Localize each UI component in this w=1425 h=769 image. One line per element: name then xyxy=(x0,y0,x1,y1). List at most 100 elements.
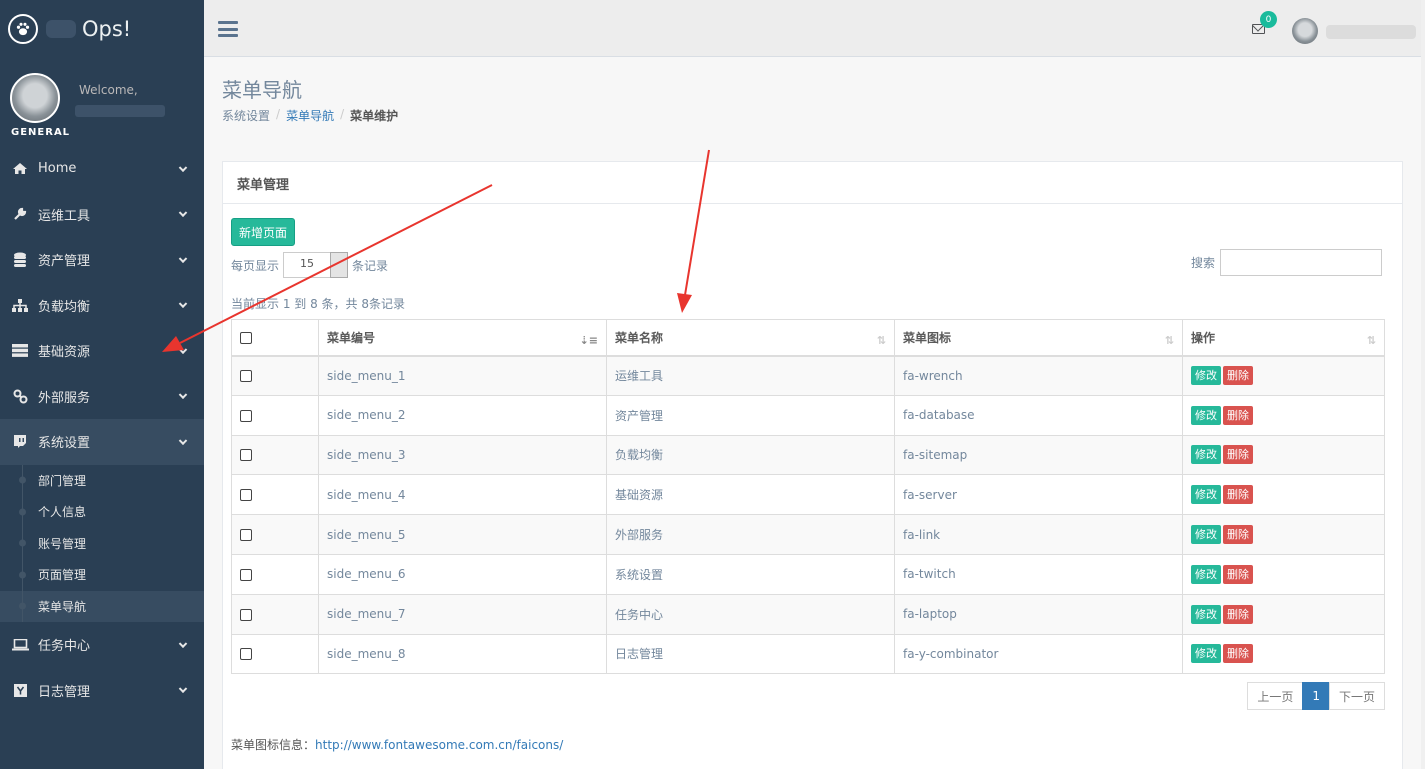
menu-id-cell: side_menu_5 xyxy=(318,514,607,555)
paw-icon xyxy=(8,13,38,44)
delete-button[interactable]: 删除 xyxy=(1223,366,1253,386)
column-header-name[interactable]: 菜单名称 ⇅ xyxy=(606,319,895,357)
icons-info-label: 菜单图标信息： xyxy=(231,738,316,752)
y-combinator-icon xyxy=(11,683,29,697)
welcome-text: Welcome, xyxy=(79,83,138,97)
menu-icon-cell: fa-sitemap xyxy=(894,434,1183,476)
submenu-item-department[interactable]: 部门管理 xyxy=(0,464,204,497)
table-row: side_menu_8 日志管理 fa-y-combinator 修改 删除 xyxy=(231,633,1385,675)
sidebar-item-label: 负载均衡 xyxy=(38,299,91,315)
search-label: 搜索 xyxy=(1190,256,1215,270)
table-row: side_menu_5 外部服务 fa-link 修改 删除 xyxy=(231,514,1385,555)
edit-button[interactable]: 修改 xyxy=(1191,644,1221,664)
delete-button[interactable]: 删除 xyxy=(1223,405,1253,425)
row-select-cell xyxy=(231,633,319,675)
menu-id-cell: side_menu_4 xyxy=(318,474,607,516)
sidebar-item-assets[interactable]: 资产管理 xyxy=(0,237,204,283)
row-checkbox[interactable] xyxy=(240,608,252,621)
sidebar-item-ops-tools[interactable]: 运维工具 xyxy=(0,192,204,238)
menu-management-panel: 菜单管理 新增页面 每页显示 15 条记录 搜索 当前显示 1 到 8 条，共 … xyxy=(222,161,1403,769)
menu-toggle-icon[interactable] xyxy=(218,21,238,37)
sidebar-item-load-balance[interactable]: 负载均衡 xyxy=(0,283,204,329)
sidebar-item-external-services[interactable]: 外部服务 xyxy=(0,374,204,420)
row-checkbox[interactable] xyxy=(240,370,252,383)
menu-id-cell: side_menu_3 xyxy=(318,434,607,476)
edit-button[interactable]: 修改 xyxy=(1191,564,1221,584)
table-row: side_menu_2 资产管理 fa-database 修改 删除 xyxy=(231,394,1385,436)
column-header-id[interactable]: 菜单编号 ⇣≡ xyxy=(318,319,607,357)
edit-button[interactable]: 修改 xyxy=(1191,405,1221,425)
page-scrollbar[interactable] xyxy=(1421,0,1425,769)
breadcrumb-separator: / xyxy=(276,107,281,121)
delete-button[interactable]: 删除 xyxy=(1223,644,1253,664)
brand[interactable]: Ops! xyxy=(0,0,204,57)
column-header-actions[interactable]: 操作 ⇅ xyxy=(1182,319,1385,357)
column-label: 菜单编号 xyxy=(327,330,376,345)
row-checkbox[interactable] xyxy=(240,489,252,502)
submenu-item-pages[interactable]: 页面管理 xyxy=(0,559,204,591)
twitch-icon xyxy=(11,435,29,449)
submenu-item-profile[interactable]: 个人信息 xyxy=(0,496,204,528)
row-checkbox[interactable] xyxy=(240,568,252,581)
edit-button[interactable]: 修改 xyxy=(1191,485,1221,505)
brand-name-redacted xyxy=(46,19,76,38)
delete-button[interactable]: 删除 xyxy=(1223,485,1253,505)
sidebar-item-label: 运维工具 xyxy=(38,208,91,224)
user-avatar[interactable] xyxy=(1292,18,1318,44)
select-all-header xyxy=(231,319,319,357)
notification-badge: 0 xyxy=(1260,11,1277,28)
table-header-row: 菜单编号 ⇣≡ 菜单名称 ⇅ 菜单图标 ⇅ 操作 ⇅ xyxy=(231,319,1385,357)
submenu-item-accounts[interactable]: 账号管理 xyxy=(0,527,204,560)
row-checkbox[interactable] xyxy=(240,529,252,542)
table-row: side_menu_6 系统设置 fa-twitch 修改 删除 xyxy=(231,553,1385,595)
breadcrumb-item[interactable]: 系统设置 xyxy=(222,107,270,124)
sidebar-item-label: 基础资源 xyxy=(38,345,91,361)
sidebar-item-basic-resources[interactable]: 基础资源 xyxy=(0,328,204,374)
add-page-button[interactable]: 新增页面 xyxy=(231,218,296,246)
actions-cell: 修改 删除 xyxy=(1182,514,1385,555)
chevron-down-icon xyxy=(178,163,188,172)
select-all-checkbox[interactable] xyxy=(240,331,252,344)
search-input[interactable] xyxy=(1220,249,1382,276)
breadcrumb: 系统设置 / 菜单导航 / 菜单维护 xyxy=(222,107,398,124)
menu-icon-cell: fa-server xyxy=(894,474,1183,516)
chevron-down-icon xyxy=(178,345,188,354)
next-page-button[interactable]: 下一页 xyxy=(1328,682,1385,710)
panel-title: 菜单管理 xyxy=(223,162,1402,204)
sidebar-item-home[interactable]: Home xyxy=(0,146,204,192)
page-length-select[interactable]: 15 xyxy=(283,252,349,278)
menu-icon-cell: fa-laptop xyxy=(894,593,1183,635)
breadcrumb-item[interactable]: 菜单导航 xyxy=(286,107,334,124)
edit-button[interactable]: 修改 xyxy=(1191,604,1221,624)
edit-button[interactable]: 修改 xyxy=(1191,445,1221,465)
row-checkbox[interactable] xyxy=(240,409,252,422)
username-redacted[interactable] xyxy=(1326,25,1416,39)
table-info: 当前显示 1 到 8 条，共 8条记录 xyxy=(231,297,405,311)
edit-button[interactable]: 修改 xyxy=(1191,525,1221,545)
icons-info: 菜单图标信息：http://www.fontawesome.com.cn/fai… xyxy=(231,736,563,753)
submenu-item-menu-nav[interactable]: 菜单导航 xyxy=(0,590,204,622)
delete-button[interactable]: 删除 xyxy=(1223,445,1253,465)
row-checkbox[interactable] xyxy=(240,648,252,661)
sidebar-item-system-settings[interactable]: 系统设置 xyxy=(0,419,204,465)
sidebar-item-task-center[interactable]: 任务中心 xyxy=(0,622,204,668)
column-header-icon[interactable]: 菜单图标 ⇅ xyxy=(894,319,1183,357)
row-select-cell xyxy=(231,514,319,555)
row-checkbox[interactable] xyxy=(240,449,252,462)
sidebar-item-logs[interactable]: 日志管理 xyxy=(0,668,204,714)
actions-cell: 修改 删除 xyxy=(1182,553,1385,595)
sidebar-item-label: 任务中心 xyxy=(38,639,91,655)
page-number-button[interactable]: 1 xyxy=(1302,682,1330,710)
delete-button[interactable]: 删除 xyxy=(1223,525,1253,545)
row-select-cell xyxy=(231,474,319,516)
breadcrumb-current: 菜单维护 xyxy=(350,109,399,123)
home-icon xyxy=(11,162,29,176)
menu-name-cell: 任务中心 xyxy=(606,593,895,635)
username-redacted xyxy=(75,105,165,117)
icons-info-link[interactable]: http://www.fontawesome.com.cn/faicons/ xyxy=(315,738,563,752)
delete-button[interactable]: 删除 xyxy=(1223,564,1253,584)
menu-name-cell: 系统设置 xyxy=(606,553,895,595)
prev-page-button[interactable]: 上一页 xyxy=(1247,682,1304,710)
delete-button[interactable]: 删除 xyxy=(1223,604,1253,624)
edit-button[interactable]: 修改 xyxy=(1191,366,1221,386)
